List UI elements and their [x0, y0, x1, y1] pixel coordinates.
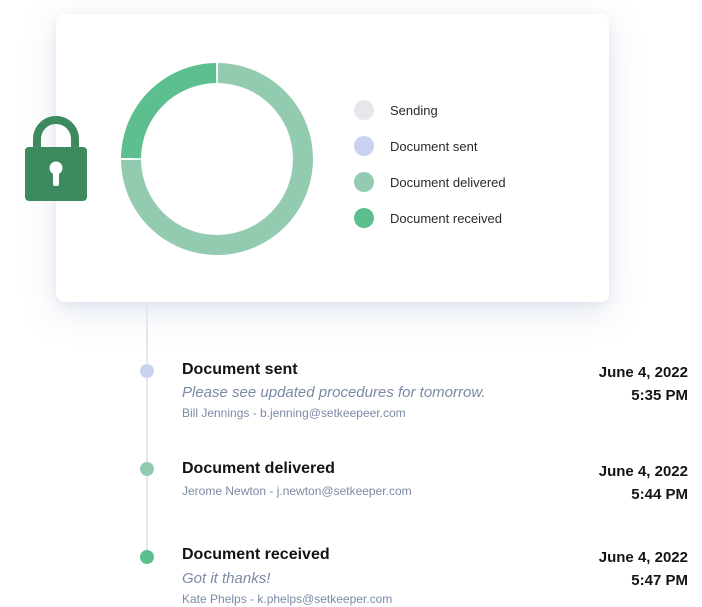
event-date: June 4, 2022: [598, 463, 688, 480]
event-title: Document delivered: [182, 460, 335, 477]
donut-slice-document-received: [121, 63, 217, 159]
event-time: 5:35 PM: [631, 387, 688, 404]
legend-swatch: [354, 136, 374, 156]
event-title: Document sent: [182, 361, 298, 378]
donut-chart: [121, 63, 313, 255]
status-panel: Sending Document sent Document delivered…: [0, 0, 702, 607]
event-status-dot: [140, 364, 154, 378]
event-sender: Kate Phelps - k.phelps@setkeeper.com: [182, 592, 393, 606]
event-date: June 4, 2022: [598, 549, 688, 566]
chart-card: Sending Document sent Document delivered…: [56, 14, 609, 302]
chart-legend: Sending Document sent Document delivered…: [354, 92, 506, 236]
lock-shackle: [33, 116, 79, 151]
event-date: June 4, 2022: [598, 364, 688, 381]
legend-label: Sending: [390, 102, 438, 118]
event-sender: Jerome Newton - j.newton@setkeeper.com: [182, 484, 412, 498]
legend-swatch: [354, 208, 374, 228]
event-status-dot: [140, 462, 154, 476]
event-time: 5:47 PM: [631, 572, 688, 589]
event-time: 5:44 PM: [631, 486, 688, 503]
event-status-dot: [140, 550, 154, 564]
legend-label: Document sent: [390, 138, 478, 154]
legend-item-sending: Sending: [354, 92, 506, 128]
timeline-line: [146, 302, 148, 552]
legend-item-document-sent: Document sent: [354, 128, 506, 164]
legend-item-document-delivered: Document delivered: [354, 164, 506, 200]
lock-icon: [25, 116, 87, 201]
event-note: Got it thanks!: [182, 570, 271, 587]
legend-label: Document received: [390, 210, 502, 226]
event-sender: Bill Jennings - b.jenning@setkeepeer.com: [182, 406, 406, 420]
legend-swatch: [354, 172, 374, 192]
legend-swatch: [354, 100, 374, 120]
event-title: Document received: [182, 546, 330, 563]
legend-label: Document delivered: [390, 174, 506, 190]
event-note: Please see updated procedures for tomorr…: [182, 384, 486, 401]
legend-item-document-received: Document received: [354, 200, 506, 236]
lock-keyhole-slot: [53, 170, 59, 186]
